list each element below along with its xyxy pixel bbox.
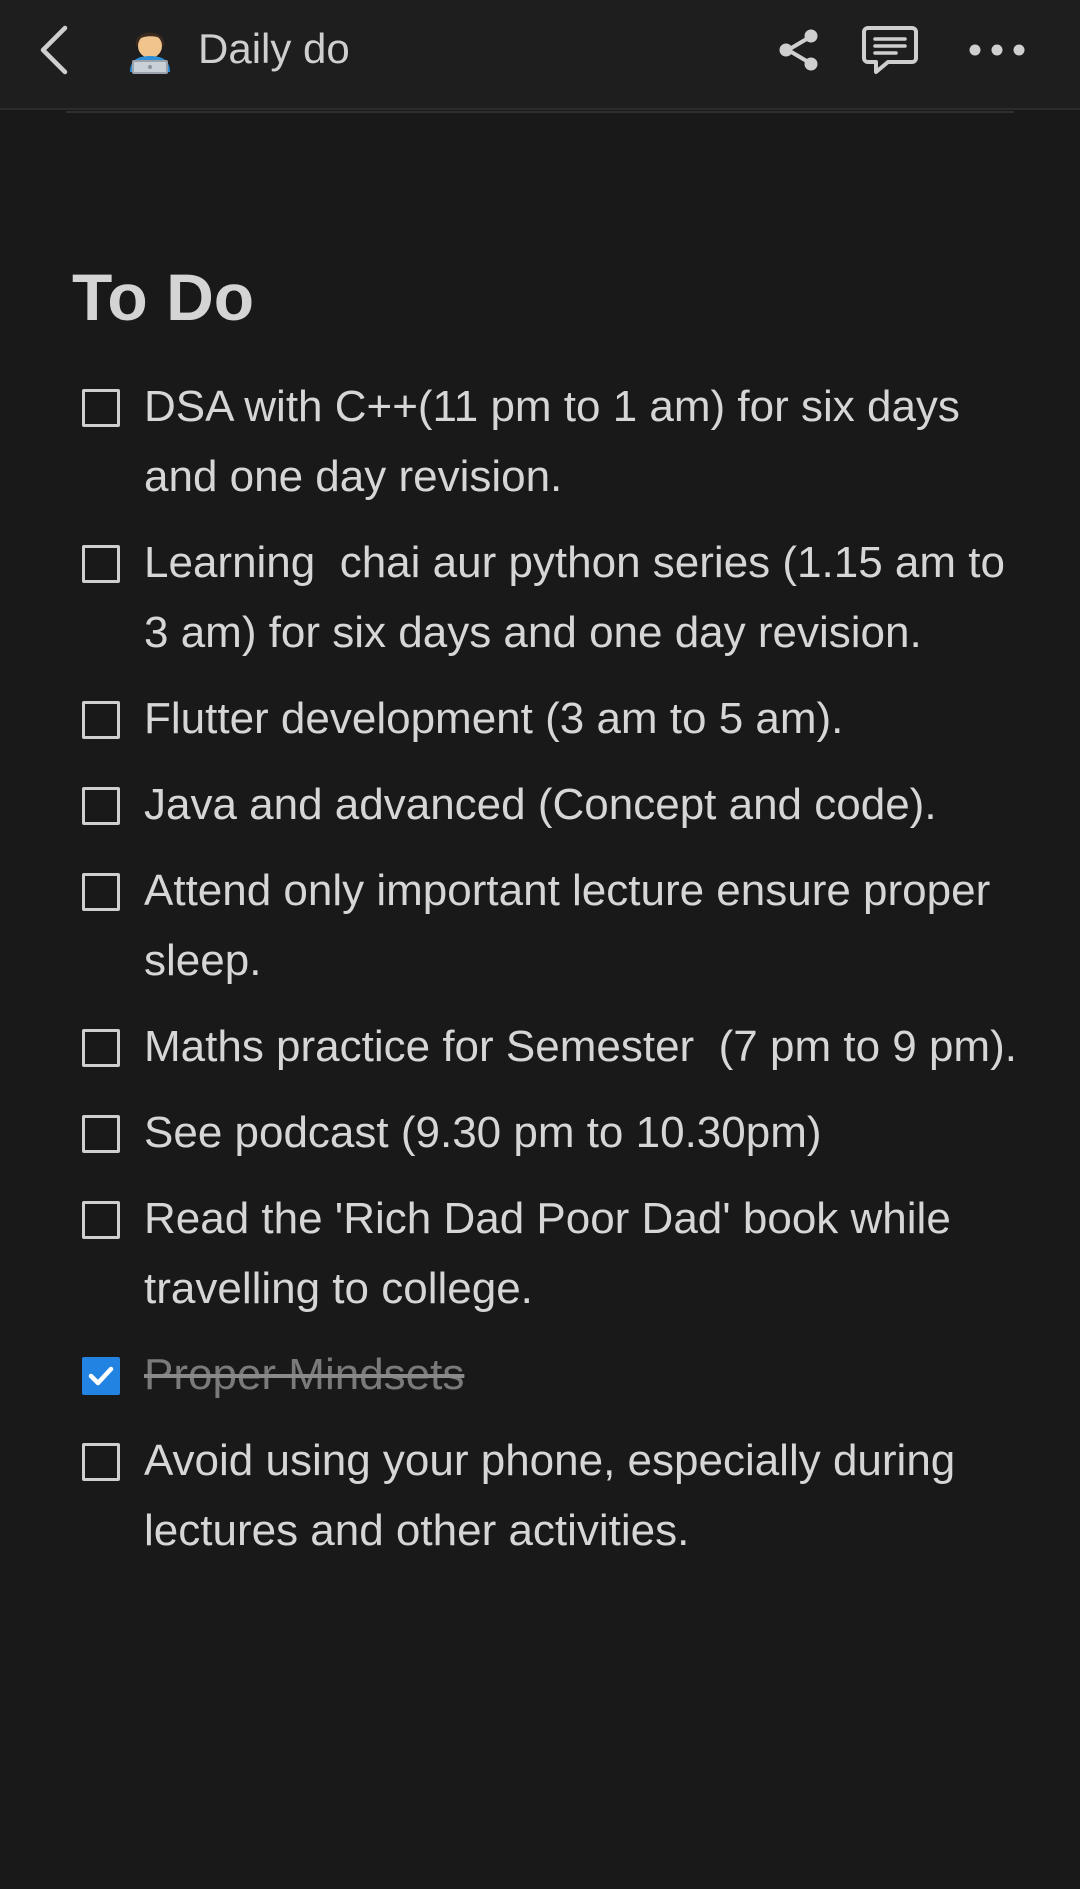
todo-text[interactable]: Attend only important lecture ensure pro…: [144, 856, 1022, 996]
todo-text[interactable]: Maths practice for Semester (7 pm to 9 p…: [144, 1012, 1022, 1082]
todo-list: DSA with C++(11 pm to 1 am) for six days…: [82, 378, 1022, 1588]
todo-checkbox[interactable]: [82, 1201, 120, 1239]
checkmark-icon: [88, 1366, 114, 1386]
more-options-button[interactable]: [964, 20, 1030, 80]
page-icon[interactable]: [120, 18, 180, 78]
todo-checkbox[interactable]: [82, 873, 120, 911]
chevron-left-icon: [40, 25, 68, 75]
todo-item: Avoid using your phone, especially durin…: [82, 1432, 1022, 1566]
todo-item: See podcast (9.30 pm to 10.30pm): [82, 1104, 1022, 1168]
todo-item: Maths practice for Semester (7 pm to 9 p…: [82, 1018, 1022, 1082]
todo-text[interactable]: Learning chai aur python series (1.15 am…: [144, 528, 1022, 668]
todo-item: Read the 'Rich Dad Poor Dad' book while …: [82, 1190, 1022, 1324]
todo-item: Proper Mindsets: [82, 1346, 1022, 1410]
section-heading[interactable]: To Do: [72, 258, 254, 336]
todo-checkbox[interactable]: [82, 1029, 120, 1067]
todo-text[interactable]: See podcast (9.30 pm to 10.30pm): [144, 1098, 1022, 1168]
page-title[interactable]: Daily do: [198, 22, 350, 76]
todo-text[interactable]: DSA with C++(11 pm to 1 am) for six days…: [144, 372, 1022, 512]
todo-item: Java and advanced (Concept and code).: [82, 776, 1022, 840]
share-button[interactable]: [770, 20, 826, 80]
todo-item: Learning chai aur python series (1.15 am…: [82, 534, 1022, 668]
comment-button[interactable]: [858, 18, 922, 82]
todo-item: Flutter development (3 am to 5 am).: [82, 690, 1022, 754]
todo-checkbox[interactable]: [82, 701, 120, 739]
todo-checkbox[interactable]: [82, 545, 120, 583]
todo-checkbox-checked[interactable]: [82, 1357, 120, 1395]
share-icon: [779, 29, 818, 71]
more-horizontal-icon: [969, 44, 1025, 56]
todo-checkbox[interactable]: [82, 787, 120, 825]
top-app-bar: Daily do: [0, 0, 1080, 110]
todo-item: DSA with C++(11 pm to 1 am) for six days…: [82, 378, 1022, 512]
todo-text[interactable]: Read the 'Rich Dad Poor Dad' book while …: [144, 1184, 1022, 1324]
todo-checkbox[interactable]: [82, 1443, 120, 1481]
technologist-emoji-icon: [130, 32, 170, 74]
header-divider: [66, 111, 1014, 113]
comment-icon: [862, 26, 918, 74]
todo-text[interactable]: Java and advanced (Concept and code).: [144, 770, 1022, 840]
todo-text[interactable]: Flutter development (3 am to 5 am).: [144, 684, 1022, 754]
todo-text[interactable]: Avoid using your phone, especially durin…: [144, 1426, 1022, 1566]
back-button[interactable]: [28, 20, 78, 80]
todo-item: Attend only important lecture ensure pro…: [82, 862, 1022, 996]
todo-checkbox[interactable]: [82, 1115, 120, 1153]
todo-text[interactable]: Proper Mindsets: [144, 1340, 1022, 1410]
todo-checkbox[interactable]: [82, 389, 120, 427]
